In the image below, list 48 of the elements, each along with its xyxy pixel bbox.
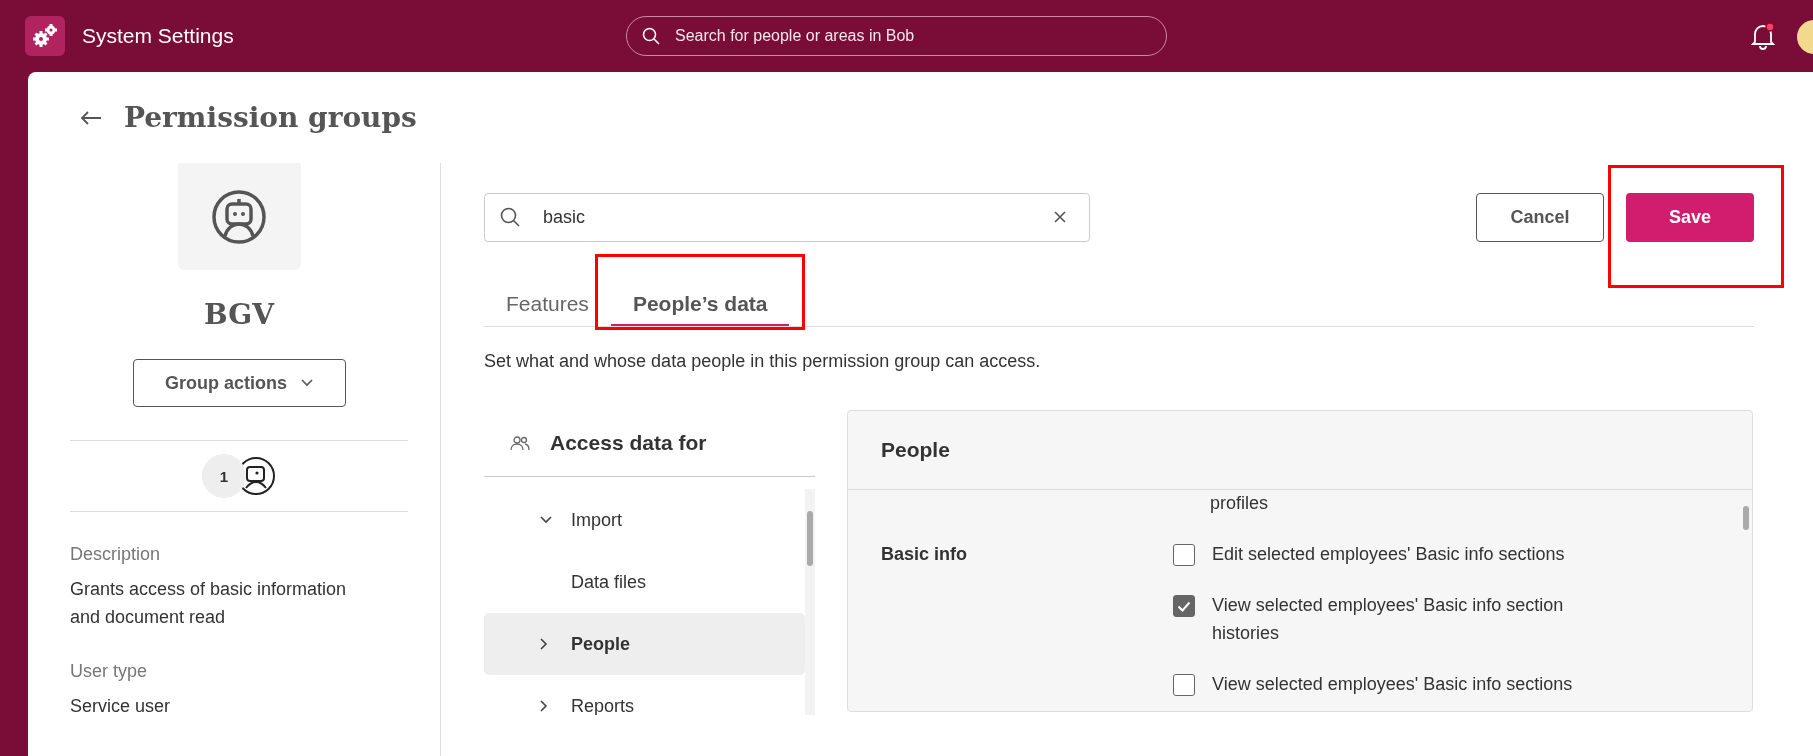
section-label: Basic info	[880, 544, 969, 566]
detail-value: Grants access of basic information and document read	[70, 578, 348, 629]
save-button[interactable]: Save	[1626, 193, 1754, 242]
tab[interactable]: Features	[484, 292, 611, 326]
app-title: System Settings	[82, 24, 234, 48]
option-text: profiles	[1210, 492, 1270, 514]
tree-item[interactable]: Import	[484, 489, 805, 551]
checkbox[interactable]	[1173, 674, 1195, 696]
checkbox[interactable]	[1173, 544, 1195, 566]
search-icon	[642, 27, 660, 45]
bell-icon[interactable]	[1750, 22, 1776, 50]
people-icon	[510, 435, 530, 451]
search-field[interactable]: basic	[484, 193, 1090, 242]
option-text: View selected employees' Basic info section histories	[1212, 594, 1565, 645]
group-actions-button[interactable]: Group actions	[132, 359, 346, 407]
search-icon	[500, 207, 520, 227]
option-text: Edit selected employees' Basic info sections	[1212, 543, 1566, 566]
tree-item[interactable]: People	[484, 613, 805, 675]
clear-icon[interactable]	[1054, 211, 1066, 223]
robot-icon	[211, 188, 267, 245]
group-name: BGV	[204, 298, 274, 331]
chevron-right-icon	[540, 638, 548, 650]
detail-label: User type	[70, 661, 149, 682]
chevron-down-icon	[301, 379, 313, 387]
option-text: View selected employees' Basic info sections	[1212, 673, 1574, 696]
scrollbar[interactable]	[805, 489, 815, 715]
cancel-button[interactable]: Cancel	[1476, 193, 1604, 242]
tab[interactable]: People’s data	[610, 292, 790, 326]
page-title: Permission groups	[124, 101, 417, 134]
detail-label: Description	[70, 544, 162, 565]
chevron-right-icon	[540, 700, 548, 712]
item-label: Import	[571, 509, 622, 531]
item-label: Data files	[571, 571, 647, 593]
item-label: Reports	[571, 695, 635, 715]
member-count: 1	[202, 454, 246, 498]
panel-title: People	[848, 411, 1752, 490]
gears-icon[interactable]	[25, 16, 65, 56]
item-label: People	[571, 633, 631, 655]
intro-text: Set what and whose data people in this permission group can access.	[484, 351, 1042, 372]
search-field[interactable]: Search for people or areas in Bob	[626, 16, 1167, 56]
tree-item[interactable]: Data files	[484, 551, 805, 613]
checkmark-icon	[1177, 600, 1191, 612]
back-arrow-icon[interactable]	[80, 109, 102, 126]
checkbox[interactable]	[1173, 595, 1195, 617]
detail-value: Service user	[70, 695, 172, 718]
chevron-down-icon	[540, 516, 552, 524]
section-title: Access data for	[550, 431, 707, 455]
tree-item[interactable]: Reports	[484, 675, 805, 715]
